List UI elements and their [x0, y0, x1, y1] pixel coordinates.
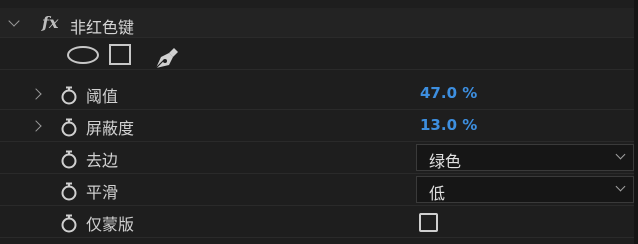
mask-only-label: 仅蒙版 [86, 215, 135, 234]
defringing-label: 去边 [86, 151, 119, 170]
effect-header[interactable]: fx 非红色键 [0, 8, 638, 38]
stopwatch-icon[interactable] [60, 117, 78, 137]
cutoff-label: 屏蔽度 [86, 119, 135, 138]
pen-mask-icon[interactable] [150, 42, 180, 72]
smoothing-label: 平滑 [86, 183, 119, 202]
defringing-selected-value: 绿色 [429, 152, 462, 171]
ellipse-mask-icon[interactable] [67, 46, 99, 64]
expand-chevron-icon[interactable] [30, 120, 42, 132]
stopwatch-icon[interactable] [60, 85, 78, 105]
stopwatch-icon[interactable] [60, 181, 78, 201]
chevron-down-icon [615, 149, 626, 160]
stopwatch-icon[interactable] [60, 213, 78, 233]
panel-edge [634, 0, 638, 244]
rectangle-mask-icon[interactable] [109, 44, 131, 65]
stopwatch-icon[interactable] [60, 149, 78, 169]
mask-tools-row [0, 38, 638, 70]
smoothing-selected-value: 低 [429, 184, 446, 203]
property-row-threshold: 阈值 47.0 % [0, 78, 638, 110]
chevron-down-icon [615, 181, 626, 192]
threshold-label: 阈值 [86, 87, 119, 106]
cutoff-value[interactable]: 13.0 % [420, 116, 477, 134]
threshold-value[interactable]: 47.0 % [420, 84, 477, 102]
effect-controls-panel: fx 非红色键 阈值 47.0 % 屏蔽度 13.0 % 去边 绿色 平滑 低 … [0, 0, 638, 244]
mask-only-checkbox[interactable] [419, 213, 438, 232]
property-row-cutoff: 屏蔽度 13.0 % [0, 110, 638, 142]
fx-toggle-icon[interactable]: fx [42, 13, 58, 32]
defringing-dropdown[interactable]: 绿色 [416, 144, 634, 171]
property-row-smoothing: 平滑 低 [0, 174, 638, 206]
property-row-defringing: 去边 绿色 [0, 142, 638, 174]
collapse-chevron-icon[interactable] [8, 15, 20, 27]
effect-name: 非红色键 [70, 18, 135, 37]
smoothing-dropdown[interactable]: 低 [416, 176, 634, 203]
property-row-mask-only: 仅蒙版 [0, 206, 638, 238]
expand-chevron-icon[interactable] [30, 88, 42, 100]
